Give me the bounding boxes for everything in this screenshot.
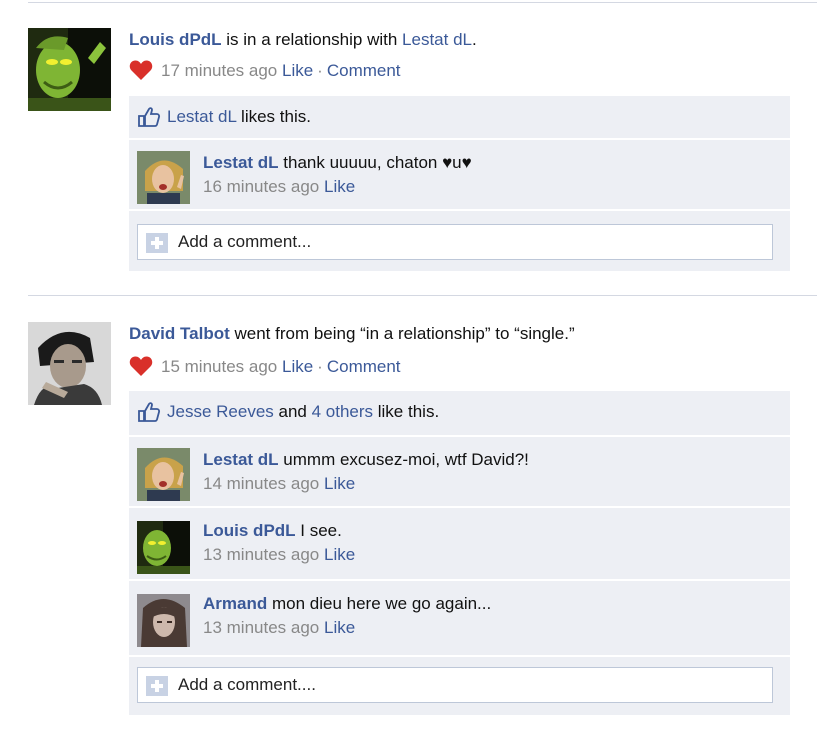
- likes-and: and: [273, 402, 312, 421]
- avatar-lestat-image: [137, 151, 190, 204]
- comment-link[interactable]: Comment: [327, 61, 401, 80]
- target-link[interactable]: Lestat dL: [402, 30, 472, 49]
- comment-link[interactable]: Comment: [327, 357, 401, 376]
- story-meta: 17 minutes ago Like · Comment: [129, 59, 401, 82]
- avatar-david-image: [28, 322, 111, 405]
- avatar-louis[interactable]: [28, 28, 111, 111]
- story-headline: Louis dPdL is in a relationship with Les…: [129, 29, 477, 51]
- ufi-separator: [129, 506, 790, 508]
- comment-timestamp: 13 minutes ago: [203, 618, 320, 637]
- headline-verb: went from being “in a relationship” to “…: [229, 324, 575, 343]
- comment-body: Lestat dL ummm excusez-moi, wtf David?! …: [203, 448, 529, 496]
- comment-text: I see.: [300, 521, 342, 540]
- likes-row: Jesse Reeves and 4 others like this.: [129, 391, 790, 433]
- comment-timestamp: 14 minutes ago: [203, 474, 320, 493]
- comment-text: thank uuuuu, chaton ♥u♥: [283, 153, 472, 172]
- comment-author[interactable]: Armand: [203, 594, 267, 613]
- avatar-louis-small-image: [137, 521, 190, 574]
- avatar-louis-image: [28, 28, 111, 111]
- liker-link[interactable]: Lestat dL: [167, 107, 236, 126]
- author-link[interactable]: Louis dPdL: [129, 30, 222, 49]
- comment-author[interactable]: Lestat dL: [203, 153, 279, 172]
- add-comment-row: Add a comment...: [129, 214, 790, 271]
- thumbs-up-icon: [138, 107, 161, 127]
- avatar-armand-image: [137, 594, 190, 647]
- comment-timestamp: 16 minutes ago: [203, 177, 320, 196]
- story-timestamp: 15 minutes ago: [161, 357, 278, 376]
- plus-icon: [146, 233, 168, 253]
- comment-like-link[interactable]: Like: [324, 545, 355, 564]
- comment-item: Lestat dL thank uuuuu, chaton ♥u♥ 16 min…: [129, 143, 790, 209]
- avatar-lestat-image: [137, 448, 190, 501]
- add-comment-input[interactable]: Add a comment....: [137, 667, 773, 703]
- comment-author[interactable]: Louis dPdL: [203, 521, 296, 540]
- comment-item: Lestat dL ummm excusez-moi, wtf David?! …: [129, 440, 790, 506]
- likes-text: Jesse Reeves and 4 others like this.: [167, 401, 439, 423]
- plus-icon: [146, 676, 168, 696]
- like-link[interactable]: Like: [282, 357, 313, 376]
- ufi-separator: [129, 435, 790, 437]
- ufi-separator: [129, 655, 790, 657]
- comment-like-link[interactable]: Like: [324, 618, 355, 637]
- meta-separator: ·: [317, 61, 323, 80]
- add-comment-input[interactable]: Add a comment...: [137, 224, 773, 260]
- heart-icon: [129, 60, 153, 80]
- story-headline: David Talbot went from being “in a relat…: [129, 323, 575, 345]
- comment-text: mon dieu here we go again...: [271, 594, 492, 613]
- comment-text: ummm excusez-moi, wtf David?!: [283, 450, 529, 469]
- likes-suffix: likes this.: [236, 107, 311, 126]
- likes-suffix: like this.: [373, 402, 440, 421]
- story-timestamp: 17 minutes ago: [161, 61, 278, 80]
- comment-item: Louis dPdL I see. 13 minutes ago Like: [129, 511, 790, 577]
- comment-avatar-lestat[interactable]: [137, 151, 190, 204]
- comment-avatar-lestat[interactable]: [137, 448, 190, 501]
- feedback-panel: Jesse Reeves and 4 others like this. Les…: [129, 391, 790, 715]
- ufi-separator: [129, 209, 790, 211]
- likes-row: Lestat dL likes this.: [129, 96, 790, 138]
- liker-link[interactable]: Jesse Reeves: [167, 402, 274, 421]
- meta-separator: ·: [317, 357, 323, 376]
- feed-divider: [28, 295, 817, 296]
- headline-end: .: [471, 30, 477, 49]
- feedback-panel: Lestat dL likes this. Lestat dL thank uu…: [129, 96, 790, 271]
- ufi-separator: [129, 138, 790, 140]
- like-link[interactable]: Like: [282, 61, 313, 80]
- likes-text: Lestat dL likes this.: [167, 106, 311, 128]
- thumbs-up-icon: [138, 402, 161, 422]
- comment-author[interactable]: Lestat dL: [203, 450, 279, 469]
- add-comment-placeholder: Add a comment....: [178, 675, 316, 694]
- comment-avatar-louis[interactable]: [137, 521, 190, 574]
- comment-avatar-armand[interactable]: [137, 594, 190, 647]
- comment-body: Lestat dL thank uuuuu, chaton ♥u♥ 16 min…: [203, 151, 472, 199]
- ufi-separator: [129, 579, 790, 581]
- comment-body: Louis dPdL I see. 13 minutes ago Like: [203, 519, 355, 567]
- comment-item: Armand mon dieu here we go again... 13 m…: [129, 584, 790, 655]
- others-link[interactable]: 4 others: [312, 402, 373, 421]
- heart-icon: [129, 356, 153, 376]
- story-meta: 15 minutes ago Like · Comment: [129, 355, 401, 378]
- add-comment-row: Add a comment....: [129, 660, 790, 715]
- comment-like-link[interactable]: Like: [324, 177, 355, 196]
- add-comment-placeholder: Add a comment...: [178, 232, 312, 251]
- author-link[interactable]: David Talbot: [129, 324, 230, 343]
- comment-body: Armand mon dieu here we go again... 13 m…: [203, 592, 491, 640]
- feed-divider: [28, 2, 817, 3]
- comment-timestamp: 13 minutes ago: [203, 545, 320, 564]
- headline-verb: is in a relationship with: [221, 30, 403, 49]
- avatar-david[interactable]: [28, 322, 111, 405]
- comment-like-link[interactable]: Like: [324, 474, 355, 493]
